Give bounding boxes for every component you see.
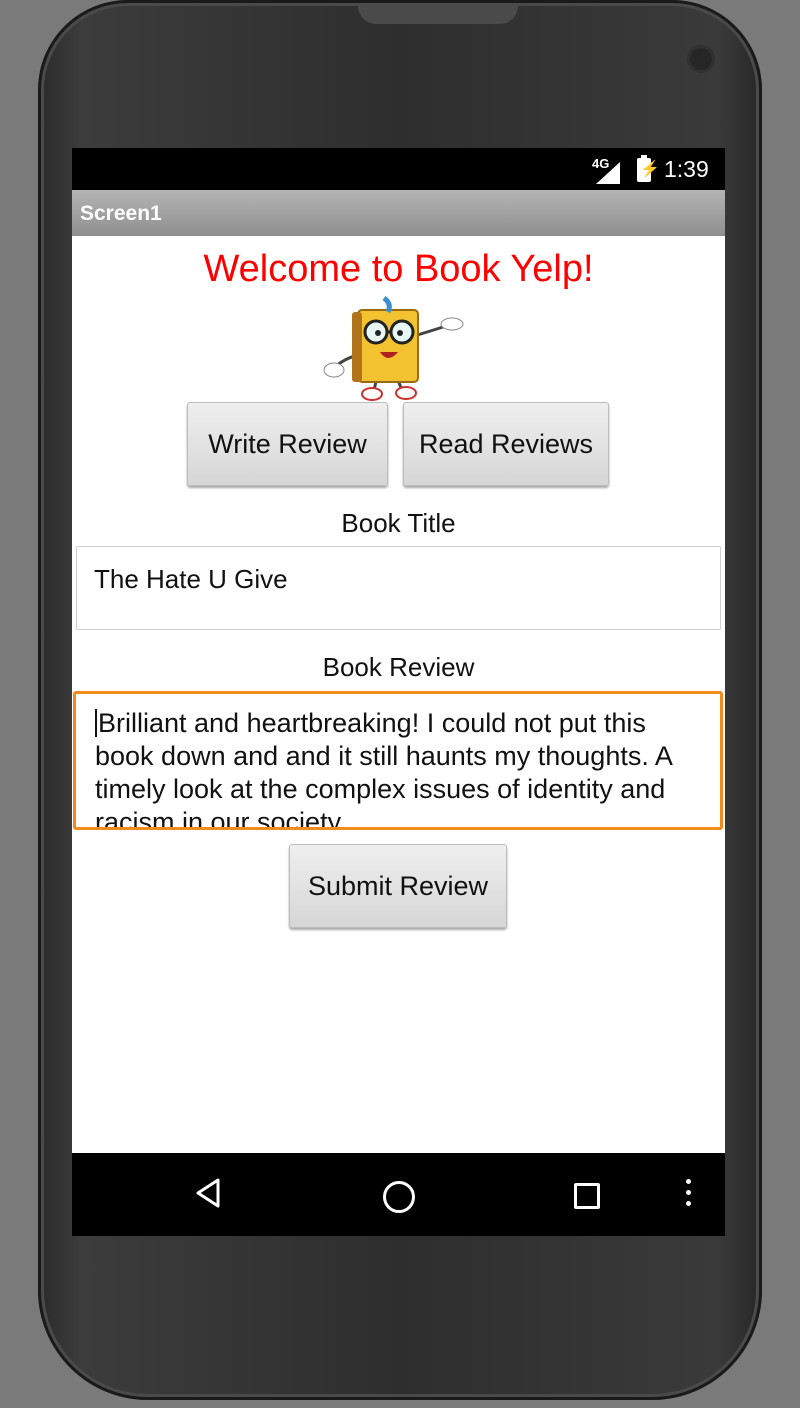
recent-apps-icon[interactable]	[574, 1183, 600, 1209]
welcome-heading: Welcome to Book Yelp!	[203, 248, 594, 290]
status-bar: 4G ⚡ 1:39	[72, 148, 725, 190]
book-review-label: Book Review	[322, 652, 475, 682]
status-clock: 1:39	[664, 156, 709, 182]
screen-content: Welcome to Book Yelp! Write Review Read …	[72, 236, 725, 1153]
app-title: Screen1	[80, 202, 162, 225]
home-icon[interactable]	[383, 1181, 415, 1213]
submit-review-button[interactable]: Submit Review	[289, 844, 507, 928]
book-title-field[interactable]: The Hate U Give	[76, 546, 721, 630]
text-cursor	[95, 709, 97, 737]
device-screen: 4G ⚡ 1:39 Screen1 Welcome to Book Yelp!	[72, 148, 725, 1236]
read-reviews-button[interactable]: Read Reviews	[403, 402, 609, 486]
phone-top-edge	[358, 6, 518, 24]
book-mascot-image	[323, 296, 464, 401]
write-review-button[interactable]: Write Review	[187, 402, 388, 486]
book-title-value: The Hate U Give	[94, 564, 288, 594]
back-icon[interactable]	[194, 1177, 222, 1209]
app-title-bar: Screen1	[72, 190, 725, 236]
signal-icon	[596, 162, 620, 184]
front-camera-icon	[690, 48, 712, 70]
battery-charging-icon: ⚡	[637, 155, 660, 182]
book-title-label: Book Title	[341, 508, 456, 538]
navigation-bar	[72, 1153, 725, 1236]
overflow-menu-icon[interactable]	[686, 1179, 692, 1212]
book-review-field[interactable]: Brilliant and heartbreaking! I could not…	[73, 691, 723, 830]
book-review-value: Brilliant and heartbreaking! I could not…	[95, 708, 672, 830]
